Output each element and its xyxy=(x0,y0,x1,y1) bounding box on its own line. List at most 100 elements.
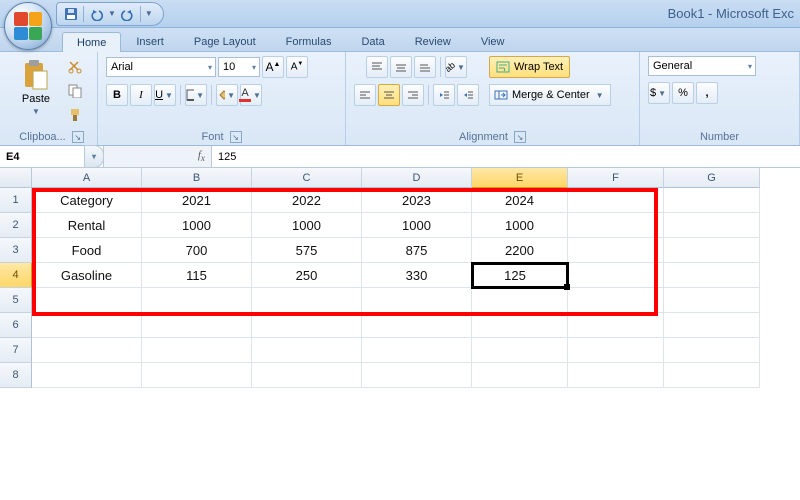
cell[interactable]: 2022 xyxy=(252,188,362,213)
cell[interactable] xyxy=(568,188,664,213)
undo-icon[interactable] xyxy=(88,6,104,22)
cell[interactable] xyxy=(568,238,664,263)
fill-color-button[interactable]: ▼ xyxy=(216,84,238,106)
cell[interactable]: 1000 xyxy=(362,213,472,238)
redo-icon[interactable] xyxy=(120,6,136,22)
cell[interactable]: 2200 xyxy=(472,238,568,263)
cell[interactable] xyxy=(568,338,664,363)
cell[interactable]: Rental xyxy=(32,213,142,238)
cell[interactable] xyxy=(664,338,760,363)
cell[interactable] xyxy=(472,288,568,313)
cell[interactable] xyxy=(568,288,664,313)
cell[interactable] xyxy=(664,188,760,213)
row-header[interactable]: 7 xyxy=(0,338,32,363)
increase-font-button[interactable]: A▲ xyxy=(262,56,284,78)
cell[interactable] xyxy=(142,363,252,388)
dialog-launcher-icon[interactable]: ↘ xyxy=(230,131,242,143)
currency-button[interactable]: $▼ xyxy=(648,82,670,104)
row-header[interactable]: 3 xyxy=(0,238,32,263)
cell[interactable] xyxy=(362,313,472,338)
italic-button[interactable]: I xyxy=(130,84,152,106)
cell[interactable]: 1000 xyxy=(472,213,568,238)
cell[interactable]: 2023 xyxy=(362,188,472,213)
align-left-button[interactable] xyxy=(354,84,376,106)
align-top-button[interactable] xyxy=(366,56,388,78)
cell[interactable] xyxy=(362,288,472,313)
cell[interactable] xyxy=(252,363,362,388)
cell[interactable] xyxy=(32,363,142,388)
cell[interactable]: 330 xyxy=(362,263,472,288)
tab-page-layout[interactable]: Page Layout xyxy=(179,31,271,51)
select-all-corner[interactable] xyxy=(0,168,32,188)
name-box[interactable]: E4 xyxy=(0,146,104,167)
cell[interactable]: Gasoline xyxy=(32,263,142,288)
cell[interactable] xyxy=(664,363,760,388)
column-header[interactable]: F xyxy=(568,168,664,188)
cell[interactable]: 700 xyxy=(142,238,252,263)
wrap-text-button[interactable]: Wrap Text xyxy=(489,56,570,78)
column-header[interactable]: B xyxy=(142,168,252,188)
font-name-select[interactable]: Arial xyxy=(106,57,216,77)
cell[interactable] xyxy=(252,288,362,313)
tab-formulas[interactable]: Formulas xyxy=(271,31,347,51)
cell[interactable]: 875 xyxy=(362,238,472,263)
cell[interactable] xyxy=(664,238,760,263)
cell[interactable] xyxy=(362,338,472,363)
cell[interactable] xyxy=(664,263,760,288)
cell[interactable] xyxy=(568,363,664,388)
cell[interactable] xyxy=(32,288,142,313)
column-header[interactable]: C xyxy=(252,168,362,188)
merge-center-button[interactable]: Merge & Center ▼ xyxy=(489,84,611,106)
increase-indent-button[interactable] xyxy=(457,84,479,106)
column-header[interactable]: A xyxy=(32,168,142,188)
border-button[interactable]: ▼ xyxy=(185,84,207,106)
formula-input[interactable]: 125 xyxy=(212,146,800,167)
underline-button[interactable]: U▼ xyxy=(154,84,176,106)
cell[interactable] xyxy=(32,338,142,363)
cell[interactable] xyxy=(362,363,472,388)
row-header[interactable]: 5 xyxy=(0,288,32,313)
cell[interactable]: 125 xyxy=(472,263,568,288)
fx-icon[interactable]: fx xyxy=(198,149,205,163)
cell[interactable]: 250 xyxy=(252,263,362,288)
cut-button[interactable] xyxy=(64,56,86,78)
align-bottom-button[interactable] xyxy=(414,56,436,78)
cell[interactable] xyxy=(472,313,568,338)
cell[interactable]: 1000 xyxy=(252,213,362,238)
cell[interactable] xyxy=(472,338,568,363)
cell[interactable] xyxy=(568,213,664,238)
cell[interactable] xyxy=(142,338,252,363)
cell[interactable]: 2021 xyxy=(142,188,252,213)
cell[interactable]: Food xyxy=(32,238,142,263)
column-header[interactable]: G xyxy=(664,168,760,188)
orientation-button[interactable]: ab▼ xyxy=(445,56,467,78)
tab-review[interactable]: Review xyxy=(400,31,466,51)
name-box-dropdown[interactable] xyxy=(84,145,104,168)
number-format-select[interactable]: General xyxy=(648,56,756,76)
tab-view[interactable]: View xyxy=(466,31,520,51)
column-header[interactable]: D xyxy=(362,168,472,188)
row-header[interactable]: 1 xyxy=(0,188,32,213)
tab-home[interactable]: Home xyxy=(62,32,121,52)
tab-insert[interactable]: Insert xyxy=(121,31,179,51)
cell[interactable] xyxy=(252,313,362,338)
dialog-launcher-icon[interactable]: ↘ xyxy=(72,131,84,143)
align-middle-button[interactable] xyxy=(390,56,412,78)
paste-button[interactable]: Paste ▼ xyxy=(14,56,58,119)
cell[interactable]: Category xyxy=(32,188,142,213)
decrease-font-button[interactable]: A▼ xyxy=(286,56,308,78)
comma-button[interactable]: , xyxy=(696,82,718,104)
font-color-button[interactable]: A▼ xyxy=(240,84,262,106)
cell[interactable]: 115 xyxy=(142,263,252,288)
cell[interactable] xyxy=(568,263,664,288)
cell[interactable]: 575 xyxy=(252,238,362,263)
align-right-button[interactable] xyxy=(402,84,424,106)
cell[interactable]: 1000 xyxy=(142,213,252,238)
dialog-launcher-icon[interactable]: ↘ xyxy=(514,131,526,143)
cell[interactable] xyxy=(142,288,252,313)
office-button[interactable] xyxy=(4,2,52,50)
bold-button[interactable]: B xyxy=(106,84,128,106)
cell[interactable] xyxy=(568,313,664,338)
copy-button[interactable] xyxy=(64,80,86,102)
cell[interactable] xyxy=(664,213,760,238)
